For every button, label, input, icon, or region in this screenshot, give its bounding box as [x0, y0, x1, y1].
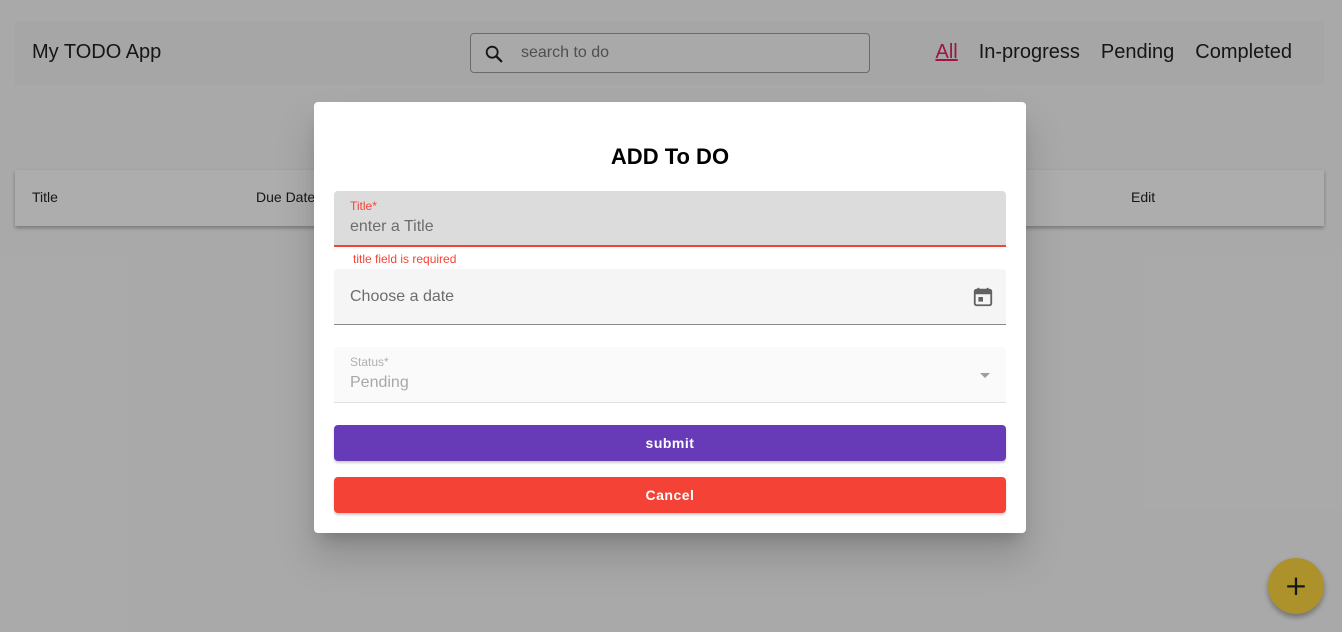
title-field-label: Title*: [350, 199, 377, 213]
cancel-button[interactable]: Cancel: [334, 477, 1006, 513]
title-field[interactable]: Title*: [334, 191, 1006, 247]
calendar-icon[interactable]: [972, 286, 994, 308]
status-selected-value: Pending: [350, 374, 409, 391]
title-error-message: title field is required: [353, 252, 457, 266]
submit-button[interactable]: submit: [334, 425, 1006, 461]
dialog-title: ADD To DO: [610, 144, 730, 169]
chevron-down-icon: [980, 373, 990, 378]
status-field-label: Status*: [350, 355, 389, 369]
app-root: My TODO App All In-progress Pending Comp…: [0, 0, 1342, 632]
title-input[interactable]: [350, 216, 990, 238]
status-select[interactable]: Status* Pending: [334, 347, 1006, 403]
add-todo-dialog: ADD To DO Title* title field is required…: [314, 102, 1026, 533]
date-input[interactable]: [350, 286, 950, 308]
date-field[interactable]: [334, 269, 1006, 325]
